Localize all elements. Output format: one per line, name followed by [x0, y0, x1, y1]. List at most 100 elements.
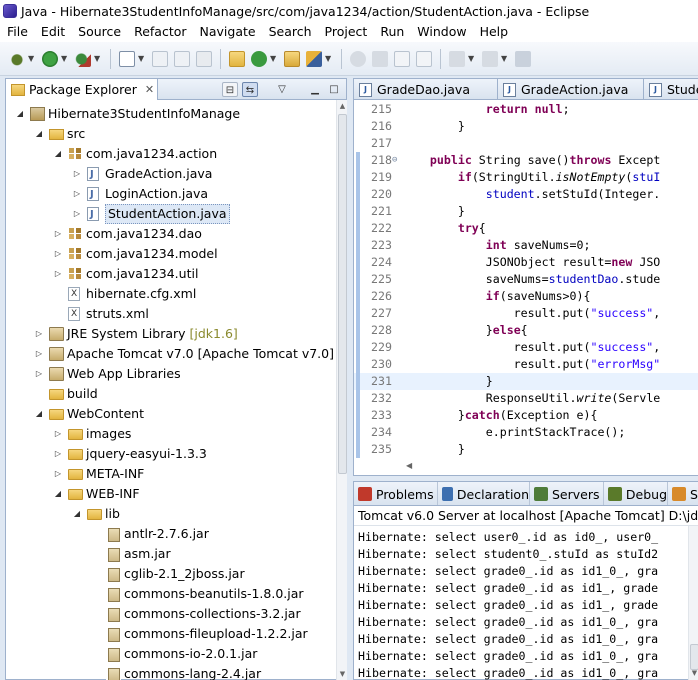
expanded-triangle-icon[interactable]: ◢ — [15, 104, 25, 124]
tab-declaration[interactable]: Declaration — [438, 482, 530, 505]
expanded-triangle-icon[interactable]: ◢ — [72, 504, 82, 524]
jar-icon — [106, 527, 121, 542]
new-icon[interactable] — [119, 50, 135, 67]
tree-item-text: Hibernate3StudentInfoManage — [48, 106, 241, 121]
tree-item-text: WebContent — [67, 406, 144, 421]
menu-window[interactable]: Window — [410, 22, 472, 42]
fold-collapse-icon[interactable]: ⊖ — [392, 152, 397, 169]
collapsed-triangle-icon[interactable]: ▷ — [53, 264, 63, 284]
scroll-down-arrow-icon[interactable]: ▼ — [689, 669, 698, 680]
chevron-down-icon[interactable]: ▼ — [501, 54, 508, 63]
chevron-down-icon[interactable]: ▼ — [138, 54, 145, 63]
minimize-icon[interactable]: ▁ — [307, 82, 323, 97]
tree-item-text: struts.xml — [86, 306, 149, 321]
debug-bug-icon[interactable] — [9, 50, 25, 67]
toolbar-separator — [341, 48, 342, 69]
collapsed-triangle-icon[interactable]: ▷ — [72, 164, 82, 184]
collapsed-triangle-icon[interactable]: ▷ — [53, 224, 63, 244]
collapsed-triangle-icon[interactable]: ▷ — [53, 464, 63, 484]
editor-horizontal-scrollbar[interactable]: ◀ — [402, 460, 698, 474]
chevron-down-icon[interactable]: ▼ — [94, 54, 101, 63]
editor-tab-2[interactable]: J GradeAction.java — [498, 79, 644, 99]
console-line: Hibernate: select user0_.id as id0_, use… — [358, 530, 659, 544]
new-class-icon[interactable] — [251, 50, 267, 67]
line-number: 226 — [371, 289, 392, 303]
collapsed-triangle-icon[interactable]: ▷ — [34, 344, 44, 364]
new-java-project-icon[interactable] — [229, 50, 245, 67]
scroll-up-arrow-icon[interactable]: ▲ — [337, 100, 348, 112]
tab-package-explorer[interactable]: Package Explorer ✕ — [6, 79, 158, 100]
console-view: Problems Declaration Servers Debug S Tomcat … — [353, 481, 698, 680]
expanded-triangle-icon[interactable]: ◢ — [53, 484, 63, 504]
tab-s[interactable]: S — [668, 482, 698, 505]
scroll-down-arrow-icon[interactable]: ▼ — [337, 668, 348, 680]
expanded-triangle-icon[interactable]: ◢ — [34, 124, 44, 144]
chevron-down-icon[interactable]: ▼ — [325, 54, 332, 63]
toggle-mark-occurrences-icon[interactable] — [350, 50, 366, 67]
menu-edit[interactable]: Edit — [34, 22, 71, 42]
tree-item-label: jquery-easyui-1.3.3 — [86, 444, 207, 464]
tree-item-label: WebContent — [67, 404, 144, 424]
close-icon[interactable]: ✕ — [145, 83, 154, 96]
print-icon[interactable] — [196, 50, 212, 67]
chevron-down-icon[interactable]: ▼ — [270, 54, 277, 63]
editor-tab-1[interactable]: J GradeDao.java — [354, 79, 498, 99]
chevron-down-icon[interactable]: ▼ — [61, 54, 68, 63]
collapsed-triangle-icon[interactable]: ▷ — [34, 364, 44, 384]
chevron-down-icon[interactable]: ▼ — [468, 54, 475, 63]
next-annotation-icon[interactable] — [449, 50, 465, 67]
expanded-triangle-icon[interactable]: ◢ — [34, 404, 44, 424]
package-explorer-scrollbar[interactable]: ▲ ▼ — [336, 100, 347, 680]
collapse-all-icon[interactable]: ⊟ — [222, 82, 238, 97]
tree-item-text: commons-lang-2.4.jar — [124, 666, 262, 680]
menu-refactor[interactable]: Refactor — [127, 22, 192, 42]
console-line: Hibernate: select grade0_.id as id1_, gr… — [358, 598, 659, 612]
collapsed-triangle-icon[interactable]: ▷ — [72, 204, 82, 224]
toolbar-separator — [110, 48, 111, 69]
tree-item-label: lib — [105, 504, 120, 524]
save-all-icon[interactable] — [174, 50, 190, 67]
tab-debug[interactable]: Debug — [604, 482, 668, 505]
run-icon[interactable] — [42, 50, 58, 67]
menu-source[interactable]: Source — [71, 22, 127, 42]
chevron-down-icon[interactable]: ▼ — [28, 54, 35, 63]
menu-search[interactable]: Search — [262, 22, 318, 42]
console-scrollbar[interactable]: ▼ — [688, 526, 698, 680]
scroll-thumb[interactable] — [690, 644, 698, 670]
tab-problems[interactable]: Problems — [354, 482, 438, 505]
previous-annotation-icon[interactable] — [482, 50, 498, 67]
toggle-breadcrumb-icon[interactable] — [372, 50, 388, 67]
code-area[interactable]: 215 return null; 216 } 217 218 ⊖ public Stri… — [354, 100, 698, 460]
save-icon[interactable] — [152, 50, 168, 67]
show-block-icon[interactable] — [416, 50, 432, 67]
collapsed-triangle-icon[interactable]: ▷ — [53, 444, 63, 464]
tree-item-text: com.java1234.action — [86, 146, 218, 161]
menu-file[interactable]: File — [0, 22, 34, 42]
menu-project[interactable]: Project — [318, 22, 374, 42]
open-type-icon[interactable] — [284, 50, 300, 67]
show-whitespace-icon[interactable] — [394, 50, 410, 67]
back-arrow-icon[interactable] — [515, 50, 531, 67]
external-tools-icon[interactable] — [75, 50, 91, 67]
collapsed-triangle-icon[interactable]: ▷ — [72, 184, 82, 204]
code-line: 217 — [354, 135, 698, 152]
menu-help[interactable]: Help — [473, 22, 515, 42]
collapsed-triangle-icon[interactable]: ▷ — [53, 424, 63, 444]
tree-item-text: JRE System Library — [67, 326, 186, 341]
code-line: 234 e.printStackTrace(); — [354, 424, 698, 441]
scroll-thumb[interactable] — [338, 114, 347, 474]
maximize-icon[interactable]: □ — [326, 82, 342, 97]
collapsed-triangle-icon[interactable]: ▷ — [53, 244, 63, 264]
line-number: 218 — [371, 153, 392, 167]
view-menu-icon[interactable]: ▽ — [274, 82, 290, 97]
collapsed-triangle-icon[interactable]: ▷ — [34, 324, 44, 344]
link-with-editor-icon[interactable]: ⇆ — [242, 82, 258, 97]
expanded-triangle-icon[interactable]: ◢ — [53, 144, 63, 164]
tab-servers[interactable]: Servers — [530, 482, 604, 505]
menu-navigate[interactable]: Navigate — [193, 22, 262, 42]
search-icon[interactable] — [306, 50, 322, 67]
scroll-left-arrow-icon[interactable]: ◀ — [406, 461, 412, 470]
console-output[interactable]: Hibernate: select user0_.id as id0_, use… — [354, 526, 688, 680]
menu-run[interactable]: Run — [373, 22, 410, 42]
editor-tab-3[interactable]: J Studer — [644, 79, 698, 99]
